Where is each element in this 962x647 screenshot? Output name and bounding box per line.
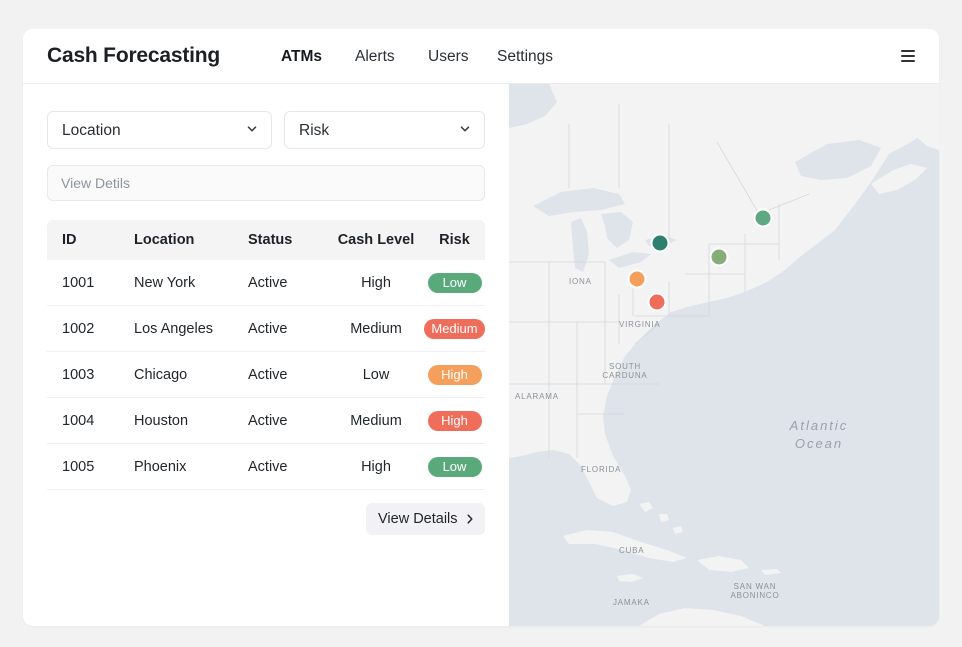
atm-marker[interactable] [650,233,670,253]
nav-users[interactable]: Users [428,48,497,66]
cell-risk: High [424,397,485,444]
column-header-risk[interactable]: Risk [424,220,485,260]
nav-alerts[interactable]: Alerts [355,48,428,66]
chevron-right-icon [467,514,473,524]
cell-id: 1001 [47,260,134,306]
top-bar: Cash Forecasting ATMs Alerts Users Setti… [23,29,939,84]
cell-risk: Medium [424,305,485,352]
cell-id: 1003 [47,351,134,398]
table-row[interactable]: 1002 Los Angeles Active Medium Medium [47,305,485,352]
app-card: Cash Forecasting ATMs Alerts Users Setti… [23,29,939,626]
app-title: Cash Forecasting [47,44,221,67]
chevron-down-icon [460,126,470,132]
cell-risk: High [424,351,485,398]
location-select[interactable]: Location [47,111,272,149]
table-row[interactable]: 1003 Chicago Active Low High [47,351,485,398]
hamburger-menu-icon[interactable] [901,49,915,62]
nav-settings[interactable]: Settings [497,48,553,66]
cell-risk: Low [424,443,485,490]
map-markers-layer [627,208,773,312]
table-row[interactable]: 1004 Houston Active Medium High [47,397,485,444]
atm-marker[interactable] [709,247,729,267]
column-header-cash-level[interactable]: Cash Level [328,220,424,260]
risk-select-label: Risk [299,122,330,139]
nav-atms[interactable]: ATMs [281,48,355,66]
atm-marker[interactable] [753,208,773,228]
atm-table: ID Location Status Cash Level Risk 1001 … [47,220,485,490]
risk-select[interactable]: Risk [284,111,485,149]
column-header-location[interactable]: Location [134,220,248,260]
column-header-id[interactable]: ID [47,220,134,260]
cell-status: Active [248,397,328,444]
cell-cash-level: Medium [328,397,424,444]
view-details-label: View Details [378,511,458,527]
cell-location: New York [134,260,248,306]
column-header-status[interactable]: Status [248,220,328,260]
atm-map[interactable]: IONA VIRGINIA SOUTH CARDUNA ALARAMA FLOR… [509,84,939,626]
risk-badge: High [427,364,482,385]
atm-marker[interactable] [627,269,647,289]
risk-badge: Low [427,456,482,477]
view-details-button[interactable]: View Details [366,503,485,535]
view-details-search-input[interactable] [47,165,485,201]
table-header-row: ID Location Status Cash Level Risk [47,220,485,260]
chevron-down-icon [247,126,257,132]
cell-location: Houston [134,397,248,444]
cell-location: Los Angeles [134,305,248,352]
risk-badge: High [427,410,482,431]
cell-location: Phoenix [134,443,248,490]
cell-risk: Low [424,260,485,306]
cell-status: Active [248,443,328,490]
cell-status: Active [248,260,328,306]
cell-cash-level: High [328,443,424,490]
cell-status: Active [248,351,328,398]
cell-id: 1004 [47,397,134,444]
cell-cash-level: High [328,260,424,306]
cell-status: Active [248,305,328,352]
location-select-label: Location [62,122,121,139]
cell-location: Chicago [134,351,248,398]
atm-marker[interactable] [647,292,667,312]
cell-id: 1002 [47,305,134,352]
cell-cash-level: Low [328,351,424,398]
table-row[interactable]: 1005 Phoenix Active High Low [47,443,485,490]
risk-badge: Low [427,272,482,293]
table-row[interactable]: 1001 New York Active High Low [47,260,485,306]
risk-badge: Medium [424,318,485,339]
cell-cash-level: Medium [328,305,424,352]
cell-id: 1005 [47,443,134,490]
main-nav: ATMs Alerts Users Settings [281,48,553,66]
